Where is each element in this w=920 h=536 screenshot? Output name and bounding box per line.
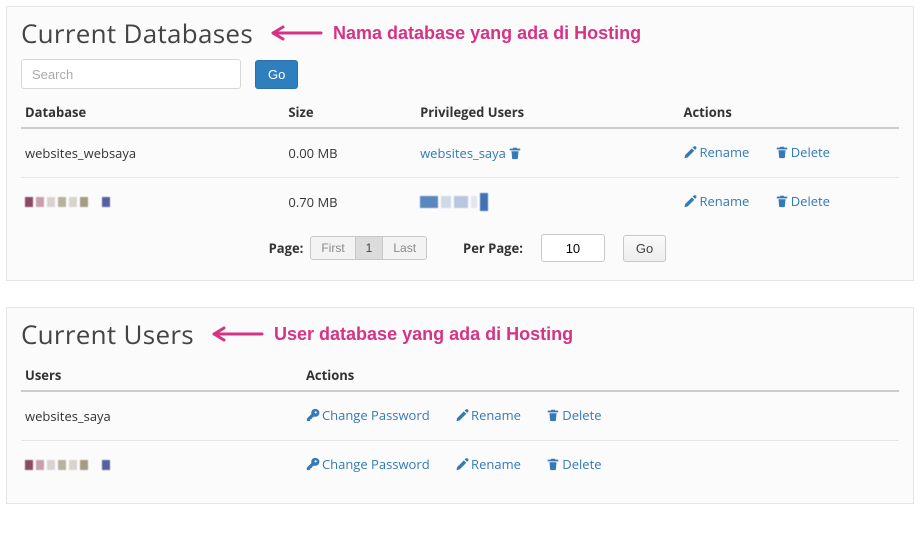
- databases-table: Database Size Privileged Users Actions w…: [21, 97, 899, 226]
- actions-cell: Change Password Rename Delete: [302, 391, 899, 441]
- col-header-database: Database: [21, 97, 284, 128]
- actions-cell: Rename Delete: [679, 178, 899, 227]
- rename-button[interactable]: Rename: [455, 455, 521, 473]
- delete-button[interactable]: Delete: [546, 406, 601, 424]
- database-name: websites_websaya: [21, 128, 284, 178]
- pencil-icon: [683, 145, 697, 159]
- trash-icon: [775, 145, 789, 159]
- databases-heading: Current Databases: [21, 15, 253, 51]
- delete-button[interactable]: Delete: [775, 143, 830, 161]
- col-header-users: Users: [21, 360, 302, 391]
- change-password-button[interactable]: Change Password: [306, 455, 430, 473]
- privileged-user-cell: [416, 178, 679, 227]
- trash-icon: [546, 457, 560, 471]
- database-size: 0.70 MB: [284, 178, 416, 227]
- trash-icon[interactable]: [508, 146, 522, 160]
- users-panel: Current Users User database yang ada di …: [6, 307, 914, 504]
- database-size: 0.00 MB: [284, 128, 416, 178]
- trash-icon: [775, 194, 789, 208]
- page-last-button[interactable]: Last: [382, 236, 427, 260]
- trash-icon: [546, 408, 560, 422]
- users-annotation: User database yang ada di Hosting: [274, 324, 573, 345]
- pencil-icon: [683, 194, 697, 208]
- key-icon: [306, 408, 320, 422]
- redacted-text: [25, 197, 110, 207]
- col-header-size: Size: [284, 97, 416, 128]
- privileged-user-link[interactable]: websites_saya: [420, 144, 522, 162]
- key-icon: [306, 457, 320, 471]
- col-header-actions: Actions: [679, 97, 899, 128]
- databases-annotation: Nama database yang ada di Hosting: [333, 23, 641, 44]
- pencil-icon: [455, 408, 469, 422]
- per-page-input[interactable]: [541, 234, 605, 262]
- delete-button[interactable]: Delete: [775, 192, 830, 210]
- users-heading: Current Users: [21, 316, 194, 352]
- col-header-priv-users: Privileged Users: [416, 97, 679, 128]
- search-go-button[interactable]: Go: [255, 60, 298, 89]
- database-name: [21, 178, 284, 227]
- privileged-user-name: websites_saya: [420, 144, 506, 162]
- user-name: [21, 441, 302, 490]
- page-current-button[interactable]: 1: [355, 236, 384, 260]
- users-table: Users Actions websites_saya Change Passw…: [21, 360, 899, 489]
- databases-search-row: Go: [21, 59, 899, 89]
- privileged-user-cell: websites_saya: [416, 128, 679, 178]
- actions-cell: Change Password Rename Delete: [302, 441, 899, 490]
- pager: Page: First 1 Last Per Page: Go: [21, 226, 899, 266]
- users-header-row: Current Users User database yang ada di …: [21, 316, 899, 352]
- user-name: websites_saya: [21, 391, 302, 441]
- delete-button[interactable]: Delete: [546, 455, 601, 473]
- arrow-left-icon: [263, 23, 323, 43]
- table-row: 0.70 MB Rename Delete: [21, 178, 899, 227]
- page-label: Page:: [269, 239, 304, 257]
- rename-button[interactable]: Rename: [683, 192, 749, 210]
- redacted-text: [420, 193, 488, 211]
- col-header-actions: Actions: [302, 360, 899, 391]
- per-page-go-button[interactable]: Go: [623, 235, 666, 262]
- databases-panel: Current Databases Nama database yang ada…: [6, 6, 914, 281]
- per-page-label: Per Page:: [463, 239, 523, 257]
- page-first-button[interactable]: First: [310, 236, 355, 260]
- table-row: websites_websaya 0.00 MB websites_saya R…: [21, 128, 899, 178]
- page-segment: First 1 Last: [311, 236, 427, 260]
- table-row: websites_saya Change Password Rename Del…: [21, 391, 899, 441]
- pencil-icon: [455, 457, 469, 471]
- search-input[interactable]: [21, 59, 241, 89]
- arrow-left-icon: [204, 324, 264, 344]
- table-row: Change Password Rename Delete: [21, 441, 899, 490]
- change-password-button[interactable]: Change Password: [306, 406, 430, 424]
- databases-header-row: Current Databases Nama database yang ada…: [21, 15, 899, 51]
- actions-cell: Rename Delete: [679, 128, 899, 178]
- redacted-text: [25, 460, 110, 470]
- rename-button[interactable]: Rename: [683, 143, 749, 161]
- rename-button[interactable]: Rename: [455, 406, 521, 424]
